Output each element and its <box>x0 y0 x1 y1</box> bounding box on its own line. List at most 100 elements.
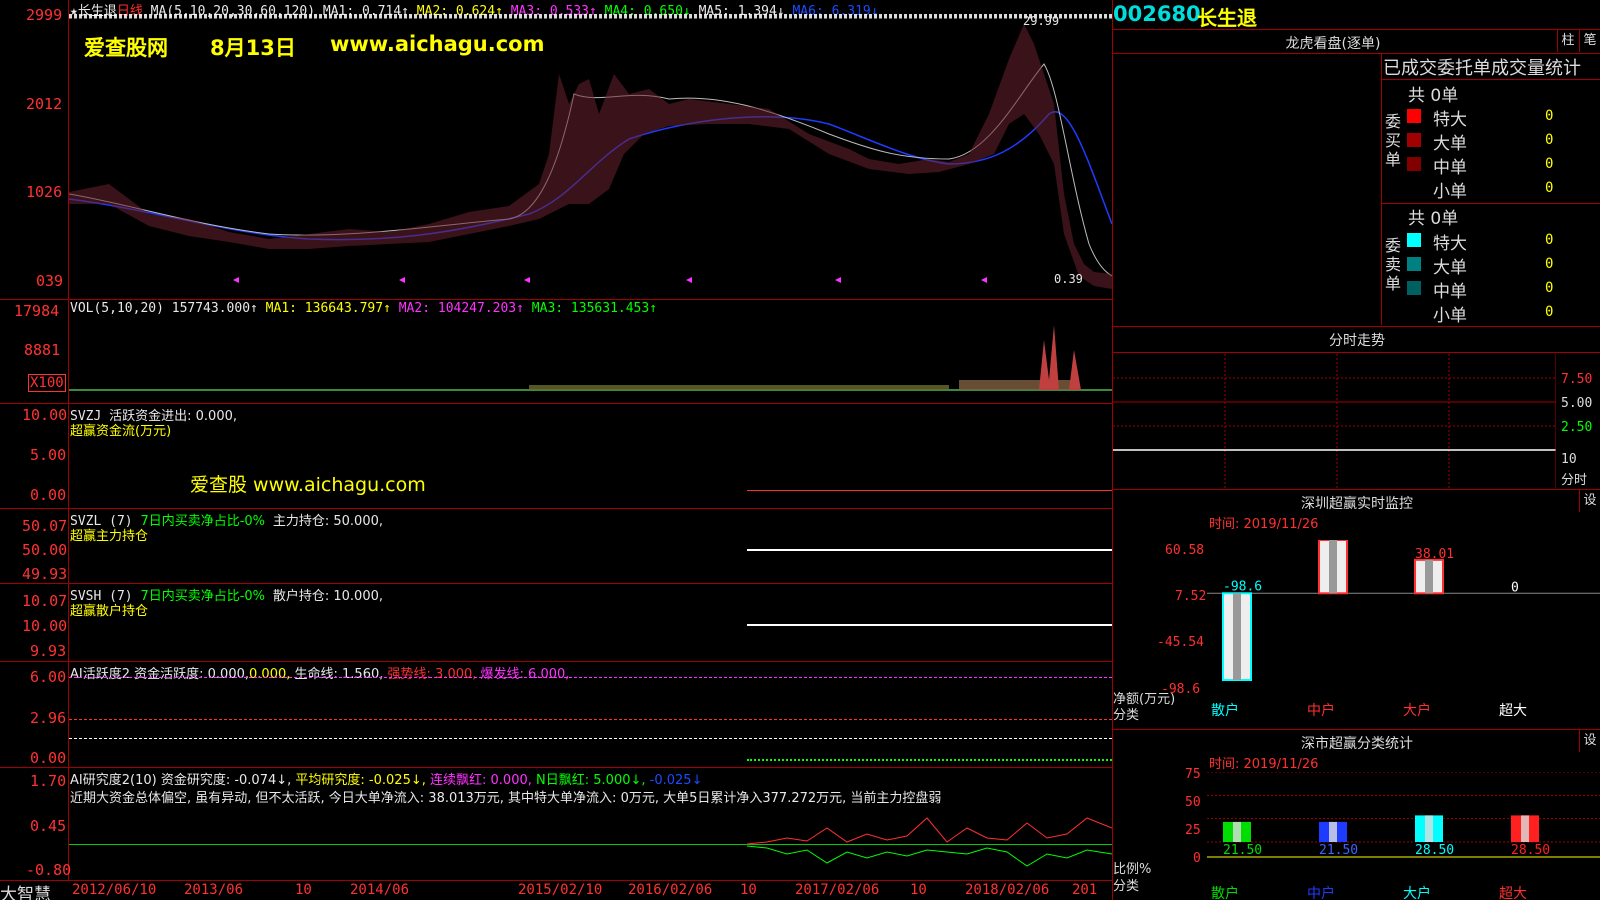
monitor-category: 超大 <box>1499 703 1527 719</box>
watermark-url: www.aichagu.com <box>330 32 545 56</box>
date-label: 2017/02/06 <box>795 882 880 898</box>
monitor-bar-chart[interactable]: -98.6 60.58 38.01 0 <box>1207 540 1600 692</box>
research-bars <box>747 817 1112 867</box>
burst-line <box>69 677 1112 678</box>
classify-category: 散户 <box>1211 886 1239 900</box>
classify-value-label: 21.50 <box>1319 843 1358 858</box>
classify-bar-shine <box>1521 815 1529 842</box>
main-price-pane[interactable]: ★长生退日线 MA(5,10,20,30,60,120) MA1: 0.714↑… <box>0 0 1112 300</box>
monitor-category: 散户 <box>1211 703 1239 719</box>
sell-row-label: 特大 <box>1433 234 1467 254</box>
classify-y-label: 75 <box>1185 767 1201 782</box>
ai-research-pane[interactable]: AI研究度2(10) 资金研究度: -0.074↓, 平均研究度: -0.025… <box>0 767 1112 881</box>
classify-value-label: 28.50 <box>1511 843 1550 858</box>
classify-category-label: 分类 <box>1113 879 1140 894</box>
monitor-category-label: 分类 <box>1113 708 1140 723</box>
svzl-pane[interactable]: SVZL (7) 7日内买卖净占比-0% 主力持仓: 50.000, 超赢主力持… <box>0 508 1112 583</box>
classify-y-label: 25 <box>1185 823 1201 838</box>
svzj-y-label: 0.00 <box>30 486 67 504</box>
classify-title: 深市超赢分类统计 <box>1301 736 1413 752</box>
svsh-net: 7日内买卖净占比-0% <box>140 589 266 604</box>
ai-research-comment: 近期大资金总体偏空, 虽有异动, 但不太活跃, 今日大单净流入: 38.013万… <box>70 791 942 806</box>
svzj-line <box>747 490 1112 491</box>
monitor-y-label: 7.52 <box>1175 589 1207 604</box>
ai-research-y-label: 0.45 <box>30 817 67 835</box>
svzl-y-label: 50.00 <box>22 541 68 559</box>
watermark-date: 8月13日 <box>210 36 296 60</box>
ai-active-y-label: 2.96 <box>30 709 67 727</box>
ai-active-t3: 生命线: 1.560, <box>294 667 384 682</box>
buy-row-value: 0 <box>1545 108 1554 124</box>
buy-mid-swatch <box>1407 157 1421 171</box>
svzj-subtitle: 超赢资金流(万元) <box>70 424 172 439</box>
svzl-line <box>747 549 1112 551</box>
divider <box>1113 352 1600 353</box>
monitor-bar-shade <box>1329 540 1337 594</box>
classify-category: 大户 <box>1403 886 1431 900</box>
classify-time: 时间: 2019/11/26 <box>1209 757 1319 772</box>
ai-active-y-label: 6.00 <box>30 668 67 686</box>
svzl-subtitle: 超赢主力持仓 <box>70 529 149 544</box>
volume-pane[interactable]: VOL(5,10,20) 157743.000↑ MA1: 136643.797… <box>0 299 1112 401</box>
ai-research-t3: 连续飘红: 0.000, <box>430 773 532 788</box>
low-marker: 0.39 <box>1054 272 1083 286</box>
fenshi-chart[interactable] <box>1113 354 1556 488</box>
pen-mode-button[interactable]: 笔 <box>1579 30 1600 52</box>
monitor-title: 深圳超赢实时监控 <box>1301 496 1413 512</box>
sell-row-value: 0 <box>1545 232 1554 248</box>
svzj-pane[interactable]: SVZJ 活跃资金进出: 0.000, 超赢资金流(万元) 10.00 5.00… <box>0 403 1112 507</box>
buy-row-label: 大单 <box>1433 134 1467 154</box>
ai-research-t1: 资金研究度: -0.074↓, <box>160 773 292 788</box>
classify-category: 超大 <box>1499 886 1527 900</box>
ai-research-y-label: -0.80 <box>26 861 72 879</box>
svsh-pane[interactable]: SVSH (7) 7日内买卖净占比-0% 散户持仓: 10.000, 超赢散户持… <box>0 583 1112 662</box>
classify-bar-shine <box>1329 821 1337 842</box>
buy-row-label: 中单 <box>1433 158 1467 178</box>
bar-mode-button[interactable]: 柱 <box>1557 30 1578 52</box>
date-label: 201 <box>1072 882 1098 898</box>
active-line <box>747 759 1112 761</box>
fenshi-title: 分时走势 <box>1329 333 1385 349</box>
stock-terminal: ★长生退日线 MA(5,10,20,30,60,120) MA1: 0.714↑… <box>0 0 1600 900</box>
buy-side-label: 委买单 <box>1384 112 1401 169</box>
ai-research-header: AI研究度2(10) 资金研究度: -0.074↓, 平均研究度: -0.025… <box>70 769 702 788</box>
classify-y-label: 50 <box>1185 795 1201 810</box>
divider <box>1113 326 1600 327</box>
monitor-category: 大户 <box>1403 703 1431 719</box>
ai-active-t1: 资金活跃度: 0.000, <box>134 667 250 682</box>
svzj-y-label: 5.00 <box>30 446 67 464</box>
vol-ma3: MA3: 135631.453↑ <box>531 301 658 316</box>
buy-total: 共 0单 <box>1408 86 1459 106</box>
svsh-y-label: 10.07 <box>22 592 68 610</box>
classify-bar-chart[interactable]: 21.50 21.50 28.50 28.50 <box>1207 772 1600 880</box>
monitor-y-label: -45.54 <box>1157 635 1204 650</box>
volume-svg <box>69 325 1112 391</box>
monitor-bar-shade <box>1233 593 1241 680</box>
date-label: 10 <box>910 882 927 898</box>
sell-row-value: 0 <box>1545 304 1554 320</box>
volume-band <box>529 385 949 390</box>
ai-active-pane[interactable]: AI活跃度2 资金活跃度: 0.000,0.000, 生命线: 1.560, 强… <box>0 661 1112 768</box>
ai-active-y-label: 0.00 <box>30 749 67 767</box>
classify-settings-button[interactable]: 设 <box>1579 730 1600 752</box>
svzj-watermark: 爱查股 www.aichagu.com <box>190 474 426 496</box>
ai-active-title: AI活跃度2 <box>70 667 130 682</box>
fenshi-y-label: 2.50 <box>1561 420 1593 435</box>
sell-row-label: 小单 <box>1433 306 1467 326</box>
date-label: 2013/06 <box>184 882 244 898</box>
monitor-settings-button[interactable]: 设 <box>1579 490 1600 512</box>
candle-band <box>69 24 1112 289</box>
sell-large-swatch <box>1407 257 1421 271</box>
classify-value-label: 21.50 <box>1223 843 1262 858</box>
price-y-label: 2012 <box>26 95 63 113</box>
volume-band <box>959 380 1079 390</box>
svzl-y-label: 50.07 <box>22 517 68 535</box>
research-bars-green <box>747 845 1112 867</box>
sell-row-label: 大单 <box>1433 258 1467 278</box>
longhu-tabs[interactable]: 已成交委托单成交量统计 <box>1383 54 1600 80</box>
classify-y-label: 0 <box>1193 851 1201 866</box>
date-label: 2015/02/10 <box>518 882 603 898</box>
monitor-value-label: 60.58 <box>1319 540 1358 542</box>
svsh-y-label: 9.93 <box>30 642 67 660</box>
svzl-net: 7日内买卖净占比-0% <box>140 514 266 529</box>
